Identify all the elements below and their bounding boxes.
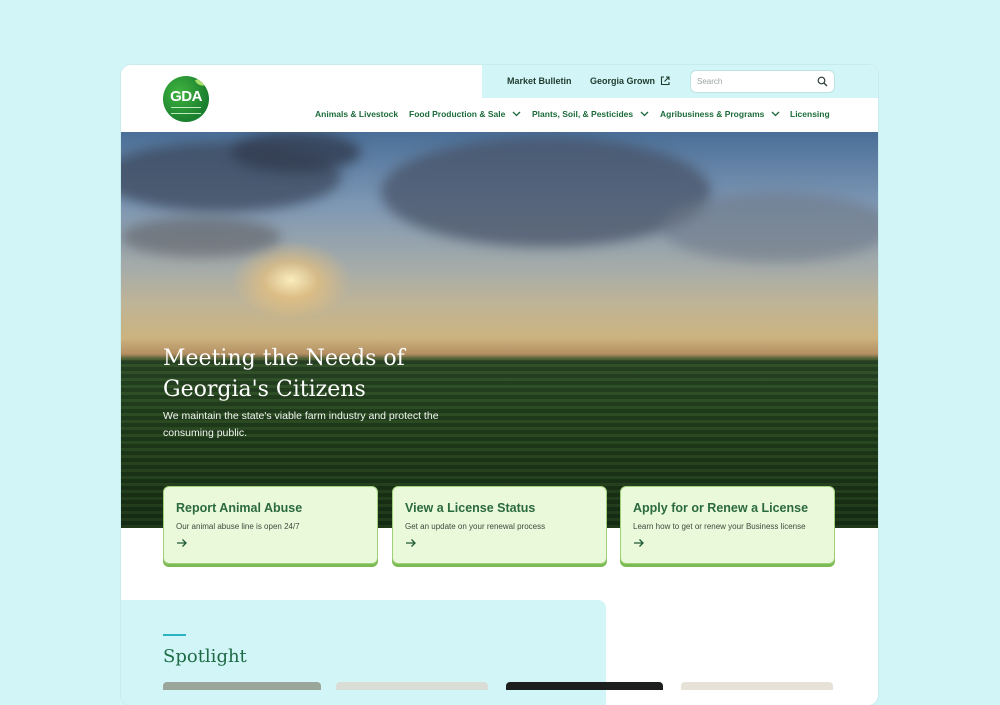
hero-title: Meeting the Needs of Georgia's Citizens [163,343,463,405]
site-header: GDA Market Bulletin Georgia Grown Search… [121,65,878,132]
search-input[interactable] [697,75,812,88]
card-description: Learn how to get or renew your Business … [633,522,806,531]
nav-agribusiness-programs[interactable]: Agribusiness & Programs [660,109,780,119]
nav-animals-livestock[interactable]: Animals & Livestock [315,109,398,119]
cloud [661,192,878,262]
nav-label: Agribusiness & Programs [660,109,765,119]
leaf-icon [194,76,209,88]
apply-renew-license-card[interactable]: Apply for or Renew a License Learn how t… [620,486,835,564]
nav-label: Food Production & Sale [409,109,506,119]
card-description: Our animal abuse line is open 24/7 [176,522,300,531]
section-accent-line [163,634,186,636]
spotlight-thumbnail[interactable] [163,682,321,690]
search-box [690,70,835,93]
hero-banner: Meeting the Needs of Georgia's Citizens … [121,132,878,528]
nav-label: Animals & Livestock [315,109,399,119]
cloud [231,132,361,172]
hero-title-line-2: Georgia's Citizens [163,377,366,402]
report-animal-abuse-card[interactable]: Report Animal Abuse Our animal abuse lin… [163,486,378,564]
arrow-right-icon [177,539,187,547]
spotlight-thumbnail[interactable] [336,682,488,690]
logo-text: GDA [170,88,202,105]
search-icon[interactable] [817,76,828,87]
arrow-right-icon [406,539,416,547]
nav-label: Licensing [790,109,830,119]
chevron-down-icon [512,111,521,117]
view-license-status-card[interactable]: View a License Status Get an update on y… [392,486,607,564]
card-title: View a License Status [405,501,536,515]
nav-food-production-sale[interactable]: Food Production & Sale [409,109,521,119]
cloud [121,217,281,257]
spotlight-title: Spotlight [163,646,247,667]
nav-label: Plants, Soil, & Pesticides [532,109,634,119]
spotlight-thumbnail[interactable] [681,682,833,690]
external-link-icon [660,76,670,86]
card-description: Get an update on your renewal process [405,522,546,531]
georgia-grown-label: Georgia Grown [590,76,656,86]
utility-bar: Market Bulletin Georgia Grown [482,65,878,98]
spotlight-thumbnail[interactable] [506,682,663,690]
georgia-grown-link[interactable]: Georgia Grown [590,76,670,86]
card-title: Report Animal Abuse [176,501,303,515]
nav-licensing[interactable]: Licensing [790,109,830,119]
card-title: Apply for or Renew a License [633,501,809,515]
market-bulletin-link[interactable]: Market Bulletin [507,76,572,86]
market-bulletin-label: Market Bulletin [507,76,572,86]
arrow-right-icon [634,539,644,547]
nav-plants-soil-pesticides[interactable]: Plants, Soil, & Pesticides [532,109,649,119]
hero-subtitle: We maintain the state's viable farm indu… [163,410,439,439]
chevron-down-icon [771,111,780,117]
browser-frame: GDA Market Bulletin Georgia Grown Search… [121,65,878,705]
hero-title-line-1: Meeting the Needs of [163,346,405,371]
chevron-down-icon [640,111,649,117]
main-nav: Animals & Livestock Food Production & Sa… [121,109,878,123]
